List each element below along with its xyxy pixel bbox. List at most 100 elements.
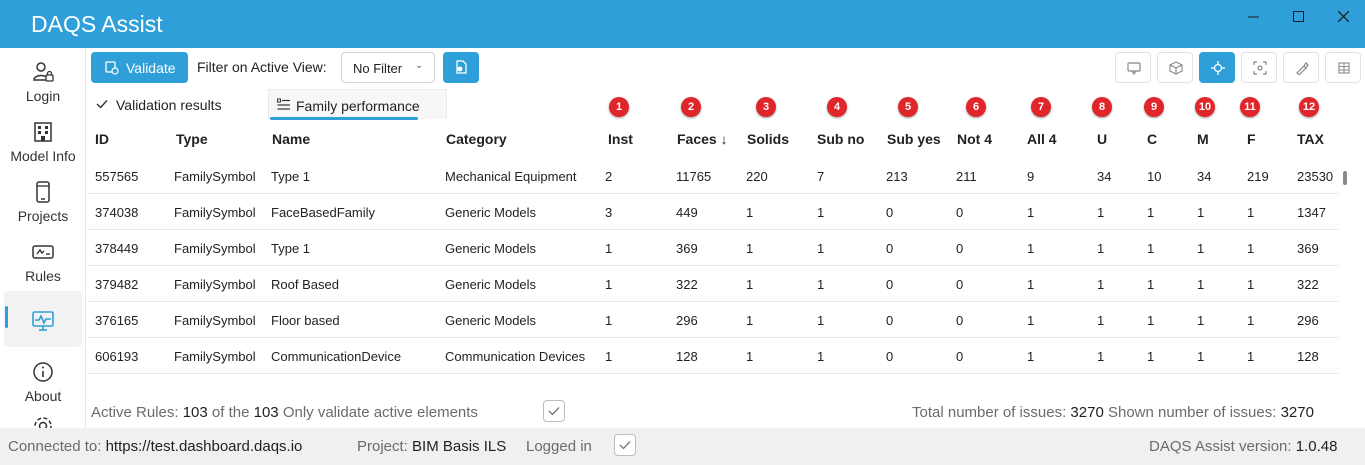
table-cell: 1 [817, 313, 825, 328]
table-cell: 322 [1297, 277, 1319, 292]
table-cell: FamilySymbol [174, 313, 256, 328]
view-isolate-button[interactable] [1241, 52, 1277, 83]
view-table-button[interactable] [1325, 52, 1361, 83]
column-header-inst[interactable]: Inst [608, 131, 633, 147]
table-cell: 1 [1247, 205, 1255, 220]
column-header-type[interactable]: Type [176, 131, 208, 147]
version-label: DAQS Assist version: [1149, 438, 1292, 455]
column-header-u[interactable]: U [1097, 131, 1107, 147]
paint-icon [1296, 62, 1309, 75]
table-cell: Generic Models [445, 277, 537, 292]
sidebar-item-rules[interactable]: Rules [0, 234, 86, 292]
column-header-tax[interactable]: TAX [1297, 131, 1324, 147]
table-row[interactable]: 379482 FamilySymbol Roof Based Generic Mode… [88, 266, 1338, 302]
table-cell: 1 [1027, 277, 1035, 292]
rules-icon [32, 245, 54, 259]
sidebar-item-about[interactable]: About [0, 354, 86, 412]
table-cell: 1 [605, 277, 613, 292]
sidebar-item-model-info[interactable]: Model Info [0, 114, 86, 172]
column-header-all-4[interactable]: All 4 [1027, 131, 1057, 147]
column-header-f[interactable]: F [1247, 131, 1256, 147]
column-badge: 5 [898, 97, 918, 117]
table-cell: 1 [1097, 241, 1105, 256]
table-row[interactable]: 606193 FamilySymbol CommunicationDevice Com… [88, 338, 1338, 374]
table-cell: 1 [1147, 349, 1155, 364]
column-badge: 1 [609, 97, 629, 117]
table-cell: Type 1 [271, 241, 311, 256]
table-cell: FamilySymbol [174, 205, 256, 220]
table-cell: Generic Models [445, 205, 537, 220]
minimize-icon[interactable] [1230, 0, 1276, 32]
sidebar-item-label: Rules [25, 268, 61, 284]
project-label: Project: [357, 438, 408, 455]
table-cell: Type 1 [271, 169, 311, 184]
table-cell: 9 [1027, 169, 1035, 184]
table-cell: 1 [817, 277, 825, 292]
column-header-name[interactable]: Name [272, 131, 310, 147]
filter-select[interactable]: No Filter ⌄ [341, 52, 435, 83]
table-cell: Generic Models [445, 241, 537, 256]
check-icon [548, 407, 560, 416]
sidebar-item-projects[interactable]: Projects [0, 174, 86, 232]
filter-element-button[interactable] [443, 52, 479, 83]
view-zoom-button[interactable] [1199, 52, 1235, 83]
active-rules-summary: Active Rules: 103 of the 103 Only valida… [91, 404, 478, 421]
table-cell: 34 [1097, 169, 1112, 184]
validate-button[interactable]: Validate [91, 52, 188, 83]
table-cell: 3 [605, 205, 613, 220]
table-cell: 1 [1247, 277, 1255, 292]
column-header-solids[interactable]: Solids [747, 131, 789, 147]
table-cell: 1 [1197, 205, 1205, 220]
sidebar-item-label: About [24, 388, 62, 404]
table-cell: 1 [1197, 277, 1205, 292]
column-header-category[interactable]: Category [446, 131, 507, 147]
table-cell: 322 [676, 277, 698, 292]
table-cell: 220 [746, 169, 768, 184]
view-paint-button[interactable] [1283, 52, 1319, 83]
column-header-id[interactable]: ID [95, 131, 109, 147]
table-cell: 296 [1297, 313, 1319, 328]
table-row[interactable]: 378449 FamilySymbol Type 1 Generic Models 1 3… [88, 230, 1338, 266]
table-cell: 1 [1027, 349, 1035, 364]
tab-label: Validation results [116, 97, 222, 113]
tab-validation-results[interactable]: Validation results [91, 89, 261, 119]
total-issues-value: 3270 [1070, 404, 1104, 421]
column-header-sub-yes[interactable]: Sub yes [887, 131, 941, 147]
logged-in-checkbox [614, 434, 636, 456]
table-cell: 369 [676, 241, 698, 256]
view-3d-button[interactable] [1157, 52, 1193, 83]
only-active-checkbox[interactable] [543, 400, 565, 422]
tab-family-performance[interactable]: Family performance [268, 89, 447, 119]
version-value: 1.0.48 [1295, 438, 1338, 455]
view-comment-button[interactable] [1115, 52, 1151, 83]
table-row[interactable]: 557565 FamilySymbol Type 1 Mechanical Equip… [88, 158, 1338, 194]
sidebar-item-settings[interactable] [0, 408, 86, 428]
table-scrollbar[interactable] [1343, 171, 1347, 185]
column-header-faces[interactable]: Faces ↓ [677, 131, 728, 147]
column-header-m[interactable]: M [1197, 131, 1209, 147]
column-badge: 12 [1299, 97, 1319, 117]
column-header-not-4[interactable]: Not 4 [957, 131, 992, 147]
close-icon[interactable] [1320, 0, 1365, 32]
table-cell: 1 [1027, 313, 1035, 328]
table-row[interactable]: 376165 FamilySymbol Floor based Generic Mod… [88, 302, 1338, 338]
table-row[interactable]: 374038 FamilySymbol FaceBasedFamily Generic… [88, 194, 1338, 230]
column-header-c[interactable]: C [1147, 131, 1157, 147]
of-the-label: of the [211, 404, 250, 421]
table-cell: 1 [1097, 349, 1105, 364]
sidebar-item-family-performance[interactable] [0, 303, 86, 361]
table-cell: FamilySymbol [174, 241, 256, 256]
table-cell: 128 [676, 349, 698, 364]
table-cell: 1 [1147, 313, 1155, 328]
maximize-icon[interactable] [1275, 0, 1321, 32]
sidebar-item-login[interactable]: Login [0, 54, 86, 112]
table-cell: 1 [1247, 313, 1255, 328]
table-cell: 449 [676, 205, 698, 220]
comment-icon [1127, 62, 1141, 75]
column-header-sub-no[interactable]: Sub no [817, 131, 864, 147]
cube-icon [1169, 61, 1183, 75]
table-cell: 0 [886, 349, 894, 364]
table-cell: CommunicationDevice [271, 349, 402, 364]
table-cell: 1 [746, 205, 754, 220]
building-icon [34, 122, 52, 142]
